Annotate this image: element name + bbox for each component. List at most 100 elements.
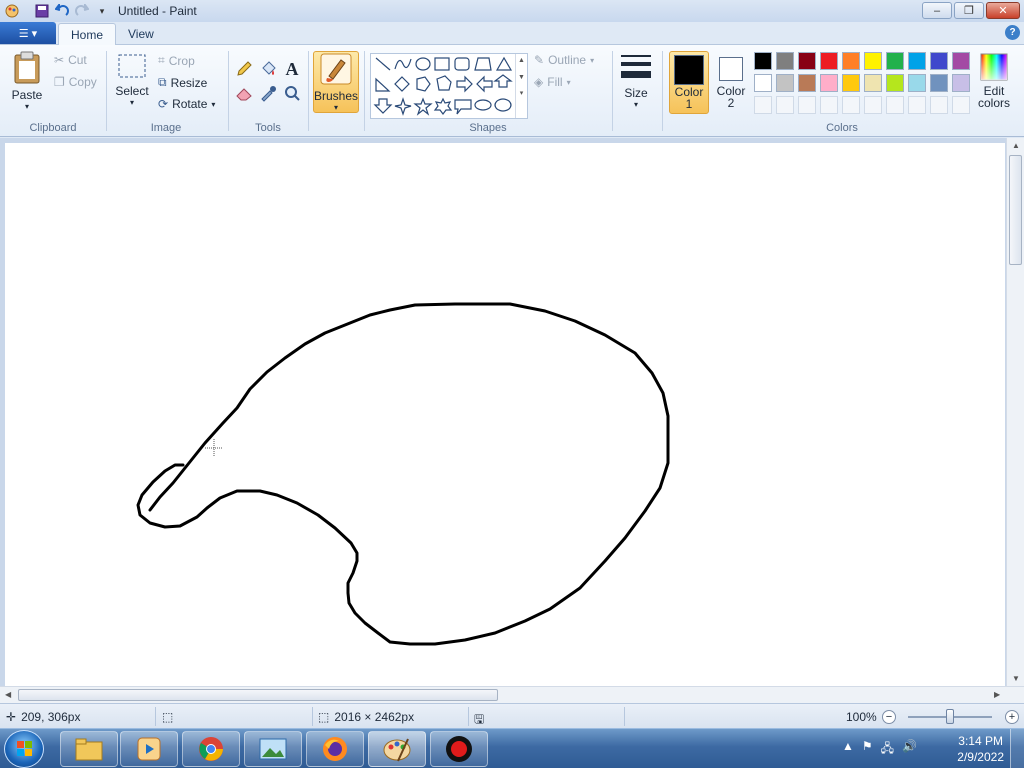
taskbar-paint[interactable] [368,731,426,767]
size-button[interactable]: Size ▾ [618,53,654,109]
paste-button[interactable]: Paste ▾ [8,51,46,111]
palette-swatch[interactable] [886,74,904,92]
clipboard-icon [12,51,42,88]
palette-swatch[interactable] [930,52,948,70]
magnifier-icon[interactable] [282,83,302,103]
help-icon[interactable]: ? [1005,25,1020,40]
tab-view[interactable]: View [116,23,166,45]
system-clock[interactable]: 3:14 PM 2/9/2022 [957,733,1004,765]
select-button[interactable]: Select ▾ [114,53,150,107]
action-center-icon[interactable]: ⚑ [862,739,873,760]
vertical-scrollbar[interactable]: ▲ ▼ [1006,138,1024,686]
custom-color-slot[interactable] [886,96,904,114]
custom-color-slot[interactable] [798,96,816,114]
vertical-scroll-thumb[interactable] [1009,155,1022,265]
cut-button[interactable]: ✂ Cut [54,53,87,67]
pencil-icon[interactable] [234,59,254,79]
taskbar-chrome[interactable] [182,731,240,767]
selection-icon: ⬚ [162,710,174,724]
zoom-out-button[interactable]: − [882,710,896,724]
taskbar-recorder[interactable] [430,731,488,767]
scroll-down-icon[interactable]: ▼ [1012,674,1020,683]
fill-button[interactable]: ◈ Fill ▾ [534,75,571,89]
fill-bucket-icon[interactable] [258,59,278,79]
paint-menu-button[interactable]: ☰ ▾ [0,22,56,44]
palette-swatch[interactable] [952,52,970,70]
palette-swatch[interactable] [864,74,882,92]
palette-swatch[interactable] [864,52,882,70]
zoom-slider-thumb[interactable] [946,709,954,724]
palette-swatch[interactable] [930,74,948,92]
shapes-scroll[interactable]: ▲ ▼ ▾ [515,54,527,118]
palette-swatch[interactable] [842,52,860,70]
custom-color-slot[interactable] [776,96,794,114]
edit-colors-button[interactable]: Edit colors [976,53,1012,109]
customize-quick-access-icon[interactable]: ▾ [94,3,110,19]
palette-swatch[interactable] [820,74,838,92]
custom-color-slot[interactable] [754,96,772,114]
horizontal-scrollbar[interactable]: ◀ ▶ [0,686,1024,703]
taskbar-firefox[interactable] [306,731,364,767]
copy-button[interactable]: ❐ Copy [54,75,97,89]
chevron-down-icon: ▾ [633,100,638,109]
taskbar-explorer[interactable] [60,731,118,767]
scroll-left-icon[interactable]: ◀ [5,690,11,699]
rotate-icon: ⟳ [158,97,169,111]
maximize-button[interactable]: ❐ [954,2,984,19]
divider [308,51,309,131]
image-size: ⬚ 2016 × 2462px [318,710,415,724]
text-tool-icon[interactable]: A [282,59,302,79]
color1-button[interactable]: Color 1 [669,51,709,114]
crop-button[interactable]: ⌗ Crop [158,53,195,68]
palette-swatch[interactable] [952,74,970,92]
custom-color-slot[interactable] [842,96,860,114]
palette-swatch[interactable] [776,52,794,70]
palette-swatch[interactable] [842,74,860,92]
show-desktop-button[interactable] [1010,729,1024,768]
palette-swatch[interactable] [798,74,816,92]
start-button[interactable] [4,730,44,768]
palette-swatch[interactable] [754,52,772,70]
taskbar-photos[interactable] [244,731,302,767]
undo-icon[interactable] [54,3,70,19]
drawing-canvas[interactable] [5,143,1005,686]
color-picker-icon[interactable] [258,83,278,103]
resize-button[interactable]: ⧉ Resize [158,75,207,90]
scroll-right-icon[interactable]: ▶ [994,690,1000,699]
palette-swatch[interactable] [908,74,926,92]
scroll-up-icon[interactable]: ▲ [1012,141,1020,150]
show-hidden-icons-icon[interactable]: ▲ [842,739,854,760]
taskbar-media-player[interactable] [120,731,178,767]
redo-icon[interactable] [74,3,90,19]
palette-swatch[interactable] [798,52,816,70]
tab-home[interactable]: Home [58,23,117,45]
palette-swatch[interactable] [754,74,772,92]
close-button[interactable]: ✕ [986,2,1020,19]
minimize-button[interactable]: – [922,2,952,19]
custom-color-slot[interactable] [864,96,882,114]
outline-button[interactable]: ✎ Outline ▾ [534,53,594,67]
custom-color-slot[interactable] [952,96,970,114]
volume-icon[interactable]: 🔊 [902,739,917,760]
network-icon[interactable]: 🖧 [881,739,894,760]
brushes-button[interactable]: Brushes ▾ [313,51,359,113]
resize-icon: ⧉ [158,75,167,89]
rotate-button[interactable]: ⟳ Rotate ▾ [158,97,215,111]
paint-app-icon[interactable] [4,3,20,19]
palette-swatch[interactable] [776,74,794,92]
custom-color-slot[interactable] [930,96,948,114]
image-group-label: Image [150,122,182,134]
color2-button[interactable]: Color 2 [711,51,751,114]
palette-swatch[interactable] [886,52,904,70]
save-icon[interactable] [34,3,50,19]
palette-swatch[interactable] [908,52,926,70]
zoom-in-button[interactable]: + [1005,710,1019,724]
shapes-grid-icons[interactable] [373,55,519,119]
colors-group-label: Colors [826,122,858,134]
palette-swatch[interactable] [820,52,838,70]
ribbon-tab-row: ☰ ▾ Home View ? [0,22,1024,45]
custom-color-slot[interactable] [820,96,838,114]
horizontal-scroll-thumb[interactable] [18,689,498,701]
eraser-icon[interactable] [234,83,254,103]
custom-color-slot[interactable] [908,96,926,114]
